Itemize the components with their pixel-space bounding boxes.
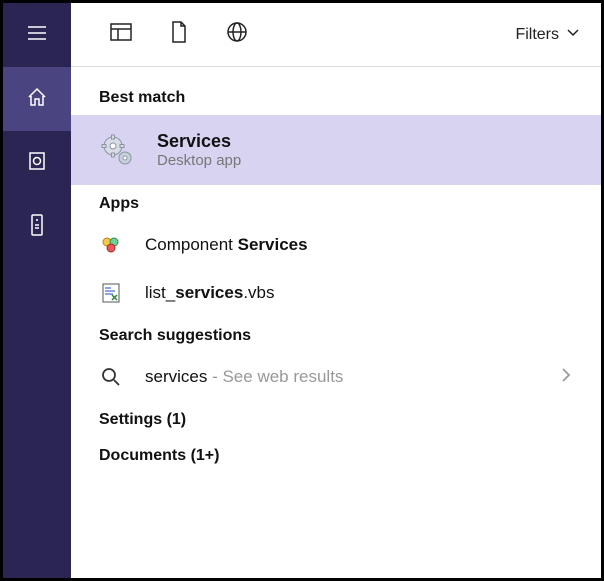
sidebar-item-home[interactable] [3, 67, 71, 131]
globe-icon [225, 20, 249, 49]
app-item-label: list_services.vbs [145, 283, 275, 303]
component-services-icon [99, 233, 123, 257]
vbs-file-icon [99, 281, 123, 305]
documents-tab[interactable] [169, 20, 189, 49]
best-match-header: Best match [71, 79, 601, 115]
suggestion-text: services - See web results [145, 367, 343, 387]
filters-button[interactable]: Filters [515, 24, 581, 45]
best-match-subtitle: Desktop app [157, 152, 241, 169]
sidebar-item-recent[interactable] [3, 131, 71, 195]
chevron-down-icon [565, 24, 581, 45]
search-panel: Filters Best match [3, 3, 601, 578]
app-item-component-services[interactable]: Component Services [71, 221, 601, 269]
remote-icon [30, 213, 44, 242]
recent-icon [26, 150, 48, 177]
home-icon [26, 86, 48, 113]
apps-icon [109, 21, 133, 48]
chevron-right-icon [559, 366, 573, 389]
apps-tab[interactable] [109, 21, 133, 48]
sidebar-item-menu[interactable] [3, 3, 71, 67]
toolbar-tabs [91, 20, 249, 49]
web-tab[interactable] [225, 20, 249, 49]
main: Filters Best match [71, 3, 601, 578]
app-item-label: Component Services [145, 235, 308, 255]
documents-header[interactable]: Documents (1+) [71, 437, 601, 473]
sidebar-item-remote[interactable] [3, 195, 71, 259]
filters-label: Filters [515, 26, 559, 44]
best-match-text: Services Desktop app [157, 131, 241, 169]
sidebar [3, 3, 71, 578]
hamburger-icon [26, 22, 48, 49]
best-match-item[interactable]: Services Desktop app [71, 115, 601, 185]
best-match-title: Services [157, 131, 241, 152]
apps-header: Apps [71, 185, 601, 221]
suggestions-header: Search suggestions [71, 317, 601, 353]
search-icon [99, 365, 123, 389]
settings-header[interactable]: Settings (1) [71, 401, 601, 437]
toolbar: Filters [71, 3, 601, 67]
document-icon [169, 20, 189, 49]
suggestion-item[interactable]: services - See web results [71, 353, 601, 401]
gears-icon [99, 132, 135, 168]
app-item-vbs[interactable]: list_services.vbs [71, 269, 601, 317]
results: Best match [71, 67, 601, 578]
